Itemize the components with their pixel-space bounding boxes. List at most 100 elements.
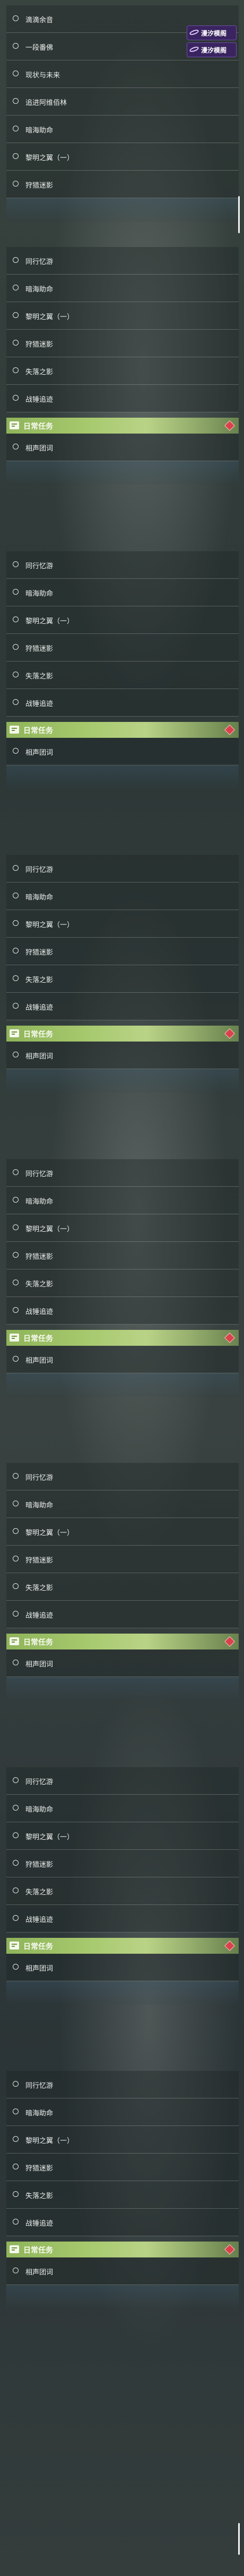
task-row[interactable]: 暗海助命	[6, 1187, 239, 1214]
task-row[interactable]: 暗海助命	[6, 2098, 239, 2126]
task-label: 失落之影	[25, 976, 54, 984]
section-separator	[6, 1373, 239, 1397]
task-row[interactable]: 失落之影	[6, 965, 239, 993]
task-label: 暗海助命	[25, 894, 54, 902]
radio-icon	[13, 1307, 19, 1313]
task-label: 战锤追迹	[25, 700, 54, 708]
task-row[interactable]: 失落之影	[6, 1269, 239, 1297]
task-row[interactable]: 黎明之翼（一）	[6, 1214, 239, 1242]
radio-icon	[13, 1252, 19, 1258]
radio-icon	[13, 444, 19, 449]
scrollbar-thumb[interactable]	[238, 196, 240, 233]
task-row[interactable]: 同行忆游	[6, 1463, 239, 1490]
task-row[interactable]: 黎明之翼（一）	[6, 1822, 239, 1850]
task-row[interactable]: 狩猎迷影	[6, 2154, 239, 2181]
task-row[interactable]: 暗海助命	[6, 1490, 239, 1518]
radio-icon	[13, 975, 19, 981]
daily-task-row[interactable]: 相声团词	[6, 1042, 239, 1069]
daily-tasks-header[interactable]: 日常任务	[6, 1938, 239, 1954]
task-row[interactable]: 黎明之翼（一）	[6, 1518, 239, 1546]
task-row[interactable]: 狩猎迷影	[6, 634, 239, 661]
daily-task-row[interactable]: 相声团词	[6, 2257, 239, 2285]
radio-icon	[13, 181, 19, 187]
scrollbar-thumb[interactable]	[238, 2523, 240, 2555]
task-row[interactable]: 同行忆游	[6, 1159, 239, 1187]
task-row[interactable]: 狩猎迷影	[6, 330, 239, 357]
daily-task-row[interactable]: 相声团词	[6, 1649, 239, 1677]
task-row[interactable]: 暗海助命	[6, 275, 239, 302]
task-row[interactable]: 同行忆游	[6, 1767, 239, 1795]
daily-task-row[interactable]: 相声团词	[6, 1346, 239, 1373]
task-row[interactable]: 狩猎迷影	[6, 1242, 239, 1269]
task-label: 暗海助命	[25, 1502, 54, 1510]
task-row[interactable]: 失落之影	[6, 1573, 239, 1601]
task-label: 失落之影	[25, 2192, 54, 2200]
task-label: 失落之影	[25, 1281, 54, 1289]
task-row[interactable]: 同行忆游	[6, 551, 239, 579]
task-row[interactable]: 黎明之翼（一）	[6, 2126, 239, 2154]
daily-task-row[interactable]: 相声团词	[6, 434, 239, 461]
task-label: 黎明之翼（一）	[25, 154, 74, 162]
task-row[interactable]: 战锤追迹	[6, 1905, 239, 1933]
radio-icon	[13, 257, 19, 263]
task-row[interactable]: 同行忆游	[6, 2071, 239, 2098]
task-row[interactable]: 黎明之翼（一）	[6, 910, 239, 938]
task-row[interactable]: 黎明之翼（一）	[6, 143, 239, 171]
daily-tasks-header[interactable]: 日常任务	[6, 1026, 239, 1042]
task-row[interactable]: 追进阿维佰林	[6, 88, 239, 116]
task-row[interactable]: 狩猎迷影	[6, 938, 239, 965]
radio-icon	[13, 312, 19, 318]
task-row[interactable]: 失落之影	[6, 1877, 239, 1905]
task-row[interactable]: 暗海助命	[6, 883, 239, 910]
quest-section: 同行忆游暗海助命黎明之翼（一） 狩猎迷影失落之影 战锤追迹日常任务相声团词	[0, 1463, 244, 1700]
book-icon	[10, 1942, 19, 1949]
brand-name: 漫汐模阁	[201, 47, 227, 54]
task-row[interactable]: 黎明之翼（一）	[6, 606, 239, 634]
radio-icon	[13, 153, 19, 159]
radio-icon	[13, 1583, 19, 1589]
task-row[interactable]: 战锤追迹	[6, 993, 239, 1020]
task-row[interactable]: 黎明之翼（一）	[6, 302, 239, 330]
radio-icon	[13, 1556, 19, 1562]
task-row[interactable]: 狩猎迷影	[6, 1850, 239, 1877]
daily-tasks-header[interactable]: 日常任务	[6, 722, 239, 738]
task-row[interactable]: 暗海助命	[6, 116, 239, 143]
radio-icon	[13, 1280, 19, 1285]
task-row[interactable]: 现状与未来	[6, 60, 239, 88]
task-row[interactable]: 战锤追迹	[6, 385, 239, 412]
task-row[interactable]: 暗海助命	[6, 579, 239, 606]
daily-task-row[interactable]: 相声团词	[6, 1954, 239, 1981]
quest-section: 同行忆游 暗海助命 黎明之翼（一） 狩猎迷影失落之影战锤追迹日常任务 相声团词	[0, 1159, 244, 1397]
radio-icon	[13, 2136, 19, 2142]
task-row[interactable]: 战锤追迹	[6, 2209, 239, 2236]
radio-icon	[13, 561, 19, 567]
quest-section: 同行忆游 暗海助命 黎明之翼（一） 狩猎迷影失落之影战锤追迹日常任务 相声团词	[0, 247, 244, 484]
task-label: 狩猎迷影	[25, 1557, 54, 1565]
task-row[interactable]: 狩猎迷影	[6, 1546, 239, 1573]
daily-tasks-title: 日常任务	[23, 1943, 53, 1951]
section-separator	[6, 765, 239, 789]
task-row[interactable]: 同行忆游	[6, 855, 239, 883]
daily-tasks-header[interactable]: 日常任务	[6, 1634, 239, 1649]
daily-tasks-header[interactable]: 日常任务	[6, 418, 239, 434]
task-row[interactable]: 同行忆游	[6, 247, 239, 275]
daily-tasks-header[interactable]: 日常任务	[6, 1330, 239, 1346]
task-row[interactable]: 战锤追迹	[6, 689, 239, 717]
daily-tasks-title: 日常任务	[23, 727, 53, 735]
radio-icon	[13, 15, 19, 21]
task-row[interactable]: 战锤追迹	[6, 1297, 239, 1325]
task-label: 失落之影	[25, 368, 54, 376]
task-row[interactable]: 失落之影	[6, 357, 239, 385]
section-separator	[6, 1677, 239, 1700]
task-label: 相声团词	[25, 1053, 54, 1061]
task-row[interactable]: 失落之影	[6, 2181, 239, 2209]
task-row[interactable]: 战锤追迹	[6, 1601, 239, 1628]
radio-icon	[13, 644, 19, 650]
daily-task-row[interactable]: 相声团词	[6, 738, 239, 765]
task-row[interactable]: 狩猎迷影	[6, 171, 239, 198]
task-row[interactable]: 暗海助命	[6, 1795, 239, 1822]
task-row[interactable]: 失落之影	[6, 661, 239, 689]
daily-tasks-title: 日常任务	[23, 1638, 53, 1647]
task-label: 相声团词	[25, 749, 54, 757]
daily-tasks-header[interactable]: 日常任务	[6, 2242, 239, 2257]
